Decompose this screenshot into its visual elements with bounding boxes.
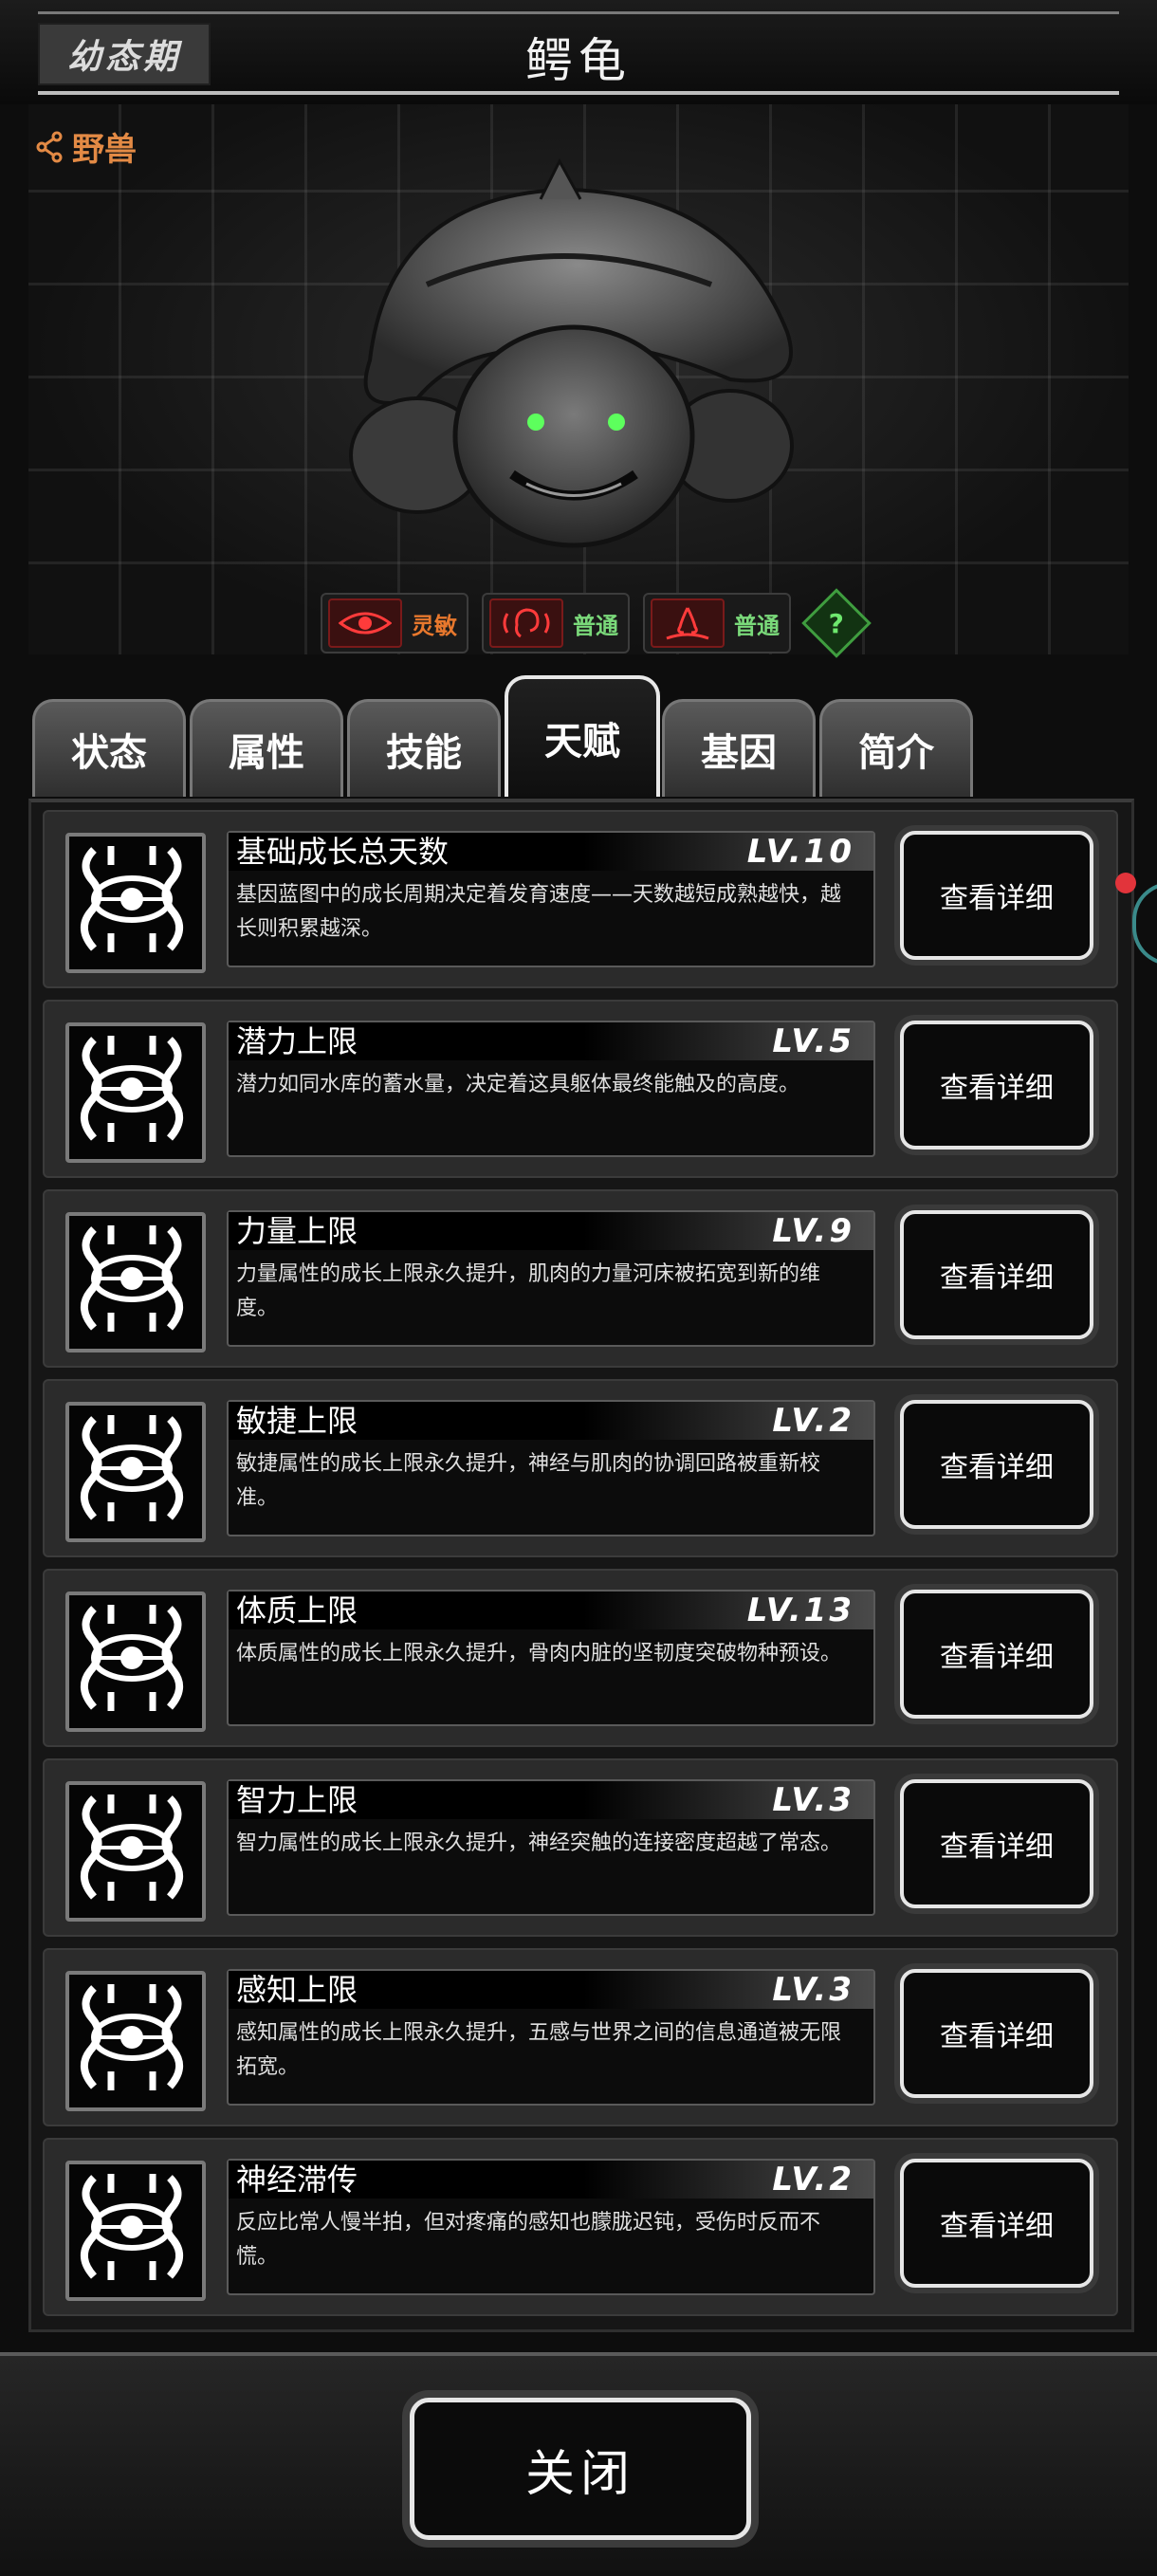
turtle-portrait bbox=[349, 157, 794, 548]
talent-description: 感知属性的成长上限永久提升，五感与世界之间的信息通道被无限拓宽。 bbox=[236, 2021, 842, 2079]
view-detail-button[interactable]: 查看详细 bbox=[900, 1779, 1093, 1908]
talent-description: 智力属性的成长上限永久提升，神经突触的连接密度超越了常态。 bbox=[236, 1831, 842, 1855]
talent-info: 潜力上限 LV.5 潜力如同水库的蓄水量，决定着这具躯体最终能触及的高度。 bbox=[227, 1021, 875, 1157]
talent-name: 体质上限 bbox=[236, 1592, 358, 1628]
view-detail-button[interactable]: 查看详细 bbox=[900, 1400, 1093, 1529]
talent-level: LV.2 bbox=[772, 1402, 854, 1440]
talent-name: 智力上限 bbox=[236, 1782, 358, 1818]
share-icon bbox=[36, 131, 63, 162]
talent-header: 智力上限 LV.3 bbox=[229, 1781, 873, 1819]
header-divider-bottom bbox=[38, 91, 1119, 95]
talent-glyph-icon bbox=[65, 833, 206, 973]
talent-name: 敏捷上限 bbox=[236, 1403, 358, 1439]
header-divider-top bbox=[38, 11, 1119, 14]
side-handle[interactable] bbox=[1132, 882, 1157, 966]
talent-info: 神经滞传 LV.2 反应比常人慢半拍，但对疼痛的感知也朦胧迟钝，受伤时反而不慌。 bbox=[227, 2159, 875, 2295]
trait-sight[interactable]: 灵敏 bbox=[321, 593, 468, 653]
tab-status[interactable]: 状态 bbox=[32, 699, 186, 797]
tab-attributes[interactable]: 属性 bbox=[190, 699, 343, 797]
header-bar: 幼态期 鳄龟 bbox=[0, 0, 1157, 104]
tab-profile[interactable]: 简介 bbox=[819, 699, 973, 797]
trait-hearing[interactable]: 普通 bbox=[482, 593, 630, 653]
tab-skills[interactable]: 技能 bbox=[347, 699, 501, 797]
sense-traits: 灵敏 普通 普通 ? bbox=[321, 588, 872, 658]
talent-row: 潜力上限 LV.5 潜力如同水库的蓄水量，决定着这具躯体最终能触及的高度。 查看详细 bbox=[43, 1000, 1118, 1178]
category-label: 野兽 bbox=[72, 131, 137, 169]
trait-smell[interactable]: 普通 bbox=[643, 593, 791, 653]
talent-description: 基因蓝图中的成长周期决定着发育速度——天数越短成熟越快，越长则积累越深。 bbox=[236, 883, 842, 941]
talent-glyph-icon bbox=[65, 1402, 206, 1542]
category-tag[interactable]: 野兽 bbox=[36, 123, 137, 170]
help-icon[interactable]: ? bbox=[801, 588, 872, 658]
tab-talents[interactable]: 天赋 bbox=[505, 675, 660, 797]
talent-header: 敏捷上限 LV.2 bbox=[229, 1402, 873, 1440]
talent-row: 神经滞传 LV.2 反应比常人慢半拍，但对疼痛的感知也朦胧迟钝，受伤时反而不慌。 查看… bbox=[43, 2138, 1118, 2316]
view-detail-button[interactable]: 查看详细 bbox=[900, 1021, 1093, 1150]
talent-glyph-icon bbox=[65, 1971, 206, 2111]
talent-level: LV.3 bbox=[772, 1781, 854, 1819]
talent-level: LV.5 bbox=[772, 1022, 854, 1060]
view-detail-button[interactable]: 查看详细 bbox=[900, 831, 1093, 960]
talent-name: 感知上限 bbox=[236, 1972, 358, 2008]
talent-description: 敏捷属性的成长上限永久提升，神经与肌肉的协调回路被重新校准。 bbox=[236, 1452, 821, 1510]
notification-dot bbox=[1115, 873, 1136, 893]
view-detail-button[interactable]: 查看详细 bbox=[900, 1969, 1093, 2098]
tab-bar: 状态 属性 技能 天赋 基因 简介 bbox=[32, 675, 1132, 797]
talent-row: 体质上限 LV.13 体质属性的成长上限永久提升，骨肉内脏的坚韧度突破物种预设。 查看… bbox=[43, 1569, 1118, 1747]
talent-description: 力量属性的成长上限永久提升，肌肉的力量河床被拓宽到新的维度。 bbox=[236, 1262, 821, 1320]
ear-icon bbox=[489, 598, 563, 648]
talent-header: 基础成长总天数 LV.10 bbox=[229, 833, 873, 871]
eye-icon bbox=[328, 598, 402, 648]
talent-name: 基础成长总天数 bbox=[236, 834, 450, 870]
talent-glyph-icon bbox=[65, 1592, 206, 1732]
close-button[interactable]: 关闭 bbox=[410, 2398, 751, 2540]
view-detail-button[interactable]: 查看详细 bbox=[900, 1590, 1093, 1719]
talent-row: 智力上限 LV.3 智力属性的成长上限永久提升，神经突触的连接密度超越了常态。 查看详… bbox=[43, 1758, 1118, 1937]
talent-info: 基础成长总天数 LV.10 基因蓝图中的成长周期决定着发育速度——天数越短成熟越快，… bbox=[227, 831, 875, 967]
talent-name: 潜力上限 bbox=[236, 1023, 358, 1059]
talent-list[interactable]: 基础成长总天数 LV.10 基因蓝图中的成长周期决定着发育速度——天数越短成熟越快，… bbox=[28, 799, 1134, 2332]
talent-glyph-icon bbox=[65, 1022, 206, 1163]
talent-description: 体质属性的成长上限永久提升，骨肉内脏的坚韧度突破物种预设。 bbox=[236, 1642, 842, 1665]
talent-header: 潜力上限 LV.5 bbox=[229, 1022, 873, 1060]
talent-name: 神经滞传 bbox=[236, 2162, 358, 2198]
talent-info: 智力上限 LV.3 智力属性的成长上限永久提升，神经突触的连接密度超越了常态。 bbox=[227, 1779, 875, 1916]
footer-bar: 关闭 bbox=[0, 2352, 1157, 2576]
talent-level: LV.13 bbox=[746, 1592, 854, 1629]
talent-info: 感知上限 LV.3 感知属性的成长上限永久提升，五感与世界之间的信息通道被无限拓宽。 bbox=[227, 1969, 875, 2106]
talent-row: 力量上限 LV.9 力量属性的成长上限永久提升，肌肉的力量河床被拓宽到新的维度。 查看… bbox=[43, 1189, 1118, 1368]
talent-glyph-icon bbox=[65, 1781, 206, 1922]
talent-description: 潜力如同水库的蓄水量，决定着这具躯体最终能触及的高度。 bbox=[236, 1073, 800, 1096]
talent-header: 神经滞传 LV.2 bbox=[229, 2161, 873, 2199]
talent-level: LV.3 bbox=[772, 1971, 854, 2009]
talent-row: 敏捷上限 LV.2 敏捷属性的成长上限永久提升，神经与肌肉的协调回路被重新校准。 查看… bbox=[43, 1379, 1118, 1557]
tab-genes[interactable]: 基因 bbox=[662, 699, 816, 797]
talent-level: LV.9 bbox=[772, 1212, 854, 1250]
talent-level: LV.10 bbox=[746, 833, 854, 871]
view-detail-button[interactable]: 查看详细 bbox=[900, 2159, 1093, 2288]
talent-level: LV.2 bbox=[772, 2161, 854, 2199]
talent-info: 体质上限 LV.13 体质属性的成长上限永久提升，骨肉内脏的坚韧度突破物种预设。 bbox=[227, 1590, 875, 1726]
trait-smell-label: 普通 bbox=[734, 612, 780, 639]
trait-hearing-label: 普通 bbox=[573, 612, 618, 639]
talent-info: 力量上限 LV.9 力量属性的成长上限永久提升，肌肉的力量河床被拓宽到新的维度。 bbox=[227, 1210, 875, 1347]
talent-header: 体质上限 LV.13 bbox=[229, 1592, 873, 1629]
view-detail-button[interactable]: 查看详细 bbox=[900, 1210, 1093, 1339]
nose-icon bbox=[651, 598, 725, 648]
trait-sight-label: 灵敏 bbox=[412, 612, 457, 639]
talent-glyph-icon bbox=[65, 1212, 206, 1352]
talent-row: 基础成长总天数 LV.10 基因蓝图中的成长周期决定着发育速度——天数越短成熟越快，… bbox=[43, 810, 1118, 988]
talent-description: 反应比常人慢半拍，但对疼痛的感知也朦胧迟钝，受伤时反而不慌。 bbox=[236, 2211, 821, 2269]
talent-name: 力量上限 bbox=[236, 1213, 358, 1249]
talent-glyph-icon bbox=[65, 2161, 206, 2301]
talent-row: 感知上限 LV.3 感知属性的成长上限永久提升，五感与世界之间的信息通道被无限拓宽。… bbox=[43, 1948, 1118, 2126]
creature-title: 鳄龟 bbox=[525, 33, 632, 88]
talent-header: 感知上限 LV.3 bbox=[229, 1971, 873, 2009]
talent-header: 力量上限 LV.9 bbox=[229, 1212, 873, 1250]
talent-info: 敏捷上限 LV.2 敏捷属性的成长上限永久提升，神经与肌肉的协调回路被重新校准。 bbox=[227, 1400, 875, 1536]
